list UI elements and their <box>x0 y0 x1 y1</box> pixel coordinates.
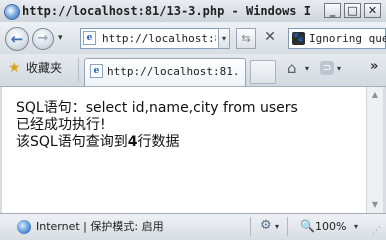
status-divider <box>287 217 288 236</box>
feeds-dropdown-icon[interactable]: ▾ <box>337 64 341 73</box>
favorites-star-icon[interactable]: ★ <box>8 61 22 75</box>
back-button[interactable]: ← <box>5 27 29 51</box>
scroll-down-arrow-icon[interactable]: ▼ <box>367 197 383 213</box>
row-count-prefix: 该SQL语句查询到 <box>16 134 128 150</box>
close-button[interactable]: ✕ <box>364 3 381 18</box>
zoom-dropdown-icon[interactable]: ▾ <box>354 222 358 231</box>
tab-label[interactable]: http://localhost:81... <box>107 64 241 79</box>
sql-statement-line: SQL语句：select id,name,city from users <box>16 100 298 116</box>
addons-dropdown-icon[interactable]: ▾ <box>275 222 279 231</box>
internet-zone-globe-icon <box>17 220 31 234</box>
compatibility-view-button[interactable]: ⇆ <box>236 28 256 49</box>
internet-explorer-icon <box>4 4 20 20</box>
window-title: http://localhost:81/13-3.php - Windows I… <box>22 4 312 18</box>
address-input[interactable]: http://localhost:8 <box>102 31 216 46</box>
new-tab-button[interactable] <box>250 60 276 84</box>
row-count-suffix: 行数据 <box>137 134 180 150</box>
minimize-button[interactable]: _ <box>324 3 341 18</box>
address-dropdown-button[interactable]: ▾ <box>218 28 230 49</box>
home-icon[interactable]: ⌂ <box>287 60 303 76</box>
more-tools-chevron-icon[interactable]: » <box>370 59 378 74</box>
tab-page-icon: e <box>90 64 103 78</box>
scroll-up-arrow-icon[interactable]: ▲ <box>367 87 383 103</box>
forward-button[interactable]: → <box>32 28 54 50</box>
favorites-divider <box>78 58 79 82</box>
manage-addons-icon[interactable]: ⚙ <box>260 219 272 233</box>
resize-grip-icon[interactable]: ⋰ <box>372 226 381 236</box>
feeds-icon[interactable]: ⊃ <box>320 61 334 75</box>
stop-button[interactable]: ✕ <box>262 28 278 49</box>
vertical-scrollbar[interactable] <box>366 87 383 213</box>
favorites-button-label[interactable]: 收藏夹 <box>26 61 62 76</box>
recent-pages-dropdown[interactable]: ▾ <box>58 33 68 43</box>
search-provider-icon[interactable]: 🐾 <box>292 32 305 45</box>
success-message-line: 已经成功执行! <box>16 117 106 133</box>
row-count-value: 4 <box>127 134 138 150</box>
zoom-icon[interactable]: 🔍 <box>300 219 315 233</box>
home-dropdown-icon[interactable]: ▾ <box>305 64 309 73</box>
status-divider <box>250 217 251 236</box>
page-text: SQL语句：select id,name,city from users 已经成… <box>16 100 361 151</box>
maximize-button[interactable]: □ <box>344 3 361 18</box>
zoom-level[interactable]: 100% <box>315 220 346 234</box>
page-icon: e <box>83 31 96 45</box>
security-zone-status[interactable]: Internet | 保护模式: 启用 <box>36 220 236 234</box>
row-count-line: 该SQL语句查询到4行数据 <box>16 134 361 151</box>
search-input[interactable]: Ignoring que <box>309 31 386 46</box>
